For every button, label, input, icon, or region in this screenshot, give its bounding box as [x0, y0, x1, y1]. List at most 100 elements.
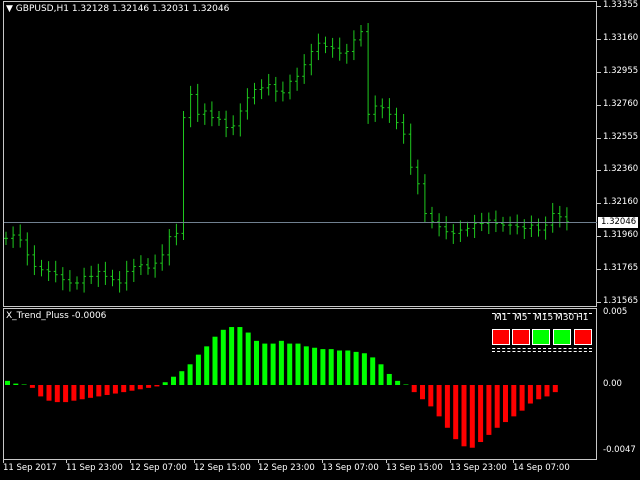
histogram-bar: [287, 343, 293, 385]
price-bar: [238, 103, 243, 137]
histogram-bar: [337, 350, 342, 385]
histogram-bar: [245, 332, 251, 385]
histogram-bar: [511, 385, 517, 417]
price-bar: [202, 103, 207, 125]
histogram-bar: [179, 371, 185, 385]
price-bar: [46, 261, 51, 281]
price-bar: [217, 111, 221, 126]
histogram-bar: [278, 340, 284, 385]
price-bar: [394, 107, 399, 130]
price-bar: [437, 213, 442, 237]
histogram-bar: [162, 382, 168, 385]
price-bar: [486, 212, 491, 235]
histogram-bar: [486, 385, 492, 435]
price-bar: [493, 210, 498, 233]
price-bar: [231, 115, 236, 136]
price-bar: [89, 265, 94, 284]
price-bar: [330, 37, 335, 58]
histogram-bar: [79, 385, 85, 400]
histogram-bar: [312, 347, 318, 385]
price-bar: [295, 67, 300, 91]
histogram-bar: [146, 385, 152, 388]
price-bar: [252, 82, 257, 105]
histogram-bar: [137, 385, 143, 390]
price-bar: [280, 81, 285, 102]
price-bar: [67, 270, 72, 292]
histogram-bar: [378, 364, 384, 385]
price-bar: [351, 30, 356, 61]
price-bar: [543, 216, 548, 240]
price-bar: [401, 113, 406, 144]
price-bar: [472, 214, 477, 239]
price-bar: [302, 54, 307, 84]
price-bar: [60, 267, 65, 291]
histogram-bar: [519, 385, 525, 411]
histogram-bar: [303, 346, 309, 385]
price-bar: [458, 220, 463, 242]
price-bar: [96, 263, 101, 287]
price-bar: [245, 88, 250, 120]
price-bar: [323, 36, 328, 54]
histogram-bar: [63, 385, 69, 403]
mt4-chart-window: ▼ GBPUSD,H1 1.32128 1.32146 1.32031 1.32…: [0, 0, 640, 480]
price-bar: [174, 223, 179, 246]
price-bar: [359, 25, 363, 47]
histogram-bar: [204, 346, 210, 385]
price-bar: [344, 43, 349, 64]
histogram-bar: [5, 380, 10, 385]
histogram-bar: [428, 385, 434, 407]
price-bar: [11, 226, 16, 248]
histogram-bar: [187, 364, 193, 385]
price-bar: [564, 207, 569, 231]
price-bar: [266, 73, 271, 96]
histogram-bar: [370, 357, 376, 385]
price-bar: [103, 261, 108, 285]
histogram-bar: [453, 385, 459, 440]
histogram-bar: [237, 327, 243, 385]
histogram-bar: [220, 329, 226, 385]
histogram-bar: [13, 383, 19, 385]
chart-canvas: [4, 23, 597, 448]
price-bar: [110, 269, 115, 287]
price-bar: [39, 259, 44, 277]
price-bar: [465, 221, 470, 237]
price-bar: [32, 245, 37, 276]
histogram-bar: [38, 385, 44, 397]
price-bar: [422, 174, 427, 223]
histogram-bar: [403, 384, 409, 385]
histogram-bar: [104, 385, 110, 395]
price-bar: [550, 202, 555, 233]
histogram-bar: [46, 385, 52, 401]
histogram-bar: [494, 385, 500, 428]
histogram-bar: [254, 340, 259, 385]
histogram-bar: [328, 349, 334, 385]
price-bar: [415, 159, 420, 195]
price-bar: [337, 37, 342, 61]
price-bar: [195, 83, 200, 122]
price-bar: [117, 271, 122, 293]
histogram-bar: [320, 349, 326, 385]
price-bar: [259, 79, 264, 100]
price-bar: [309, 43, 314, 76]
histogram-bar: [478, 385, 484, 443]
histogram-bar: [345, 350, 351, 385]
histogram-bar: [353, 351, 359, 385]
price-bar: [18, 224, 23, 248]
histogram-bar: [395, 380, 401, 385]
price-bar: [138, 255, 143, 276]
histogram-bar: [112, 385, 118, 394]
price-bar: [430, 206, 434, 229]
histogram-bar: [469, 385, 475, 448]
histogram-bar: [154, 385, 160, 387]
price-bar: [288, 74, 292, 100]
histogram-bar: [361, 353, 367, 385]
price-bar: [160, 244, 165, 271]
histogram-bar: [461, 385, 467, 447]
histogram-bar: [195, 354, 201, 385]
price-bar: [146, 258, 150, 275]
price-bar: [4, 231, 8, 245]
histogram-bar: [54, 385, 60, 403]
histogram-bar: [121, 385, 127, 393]
price-bar: [167, 229, 172, 266]
histogram-bar: [544, 385, 550, 397]
